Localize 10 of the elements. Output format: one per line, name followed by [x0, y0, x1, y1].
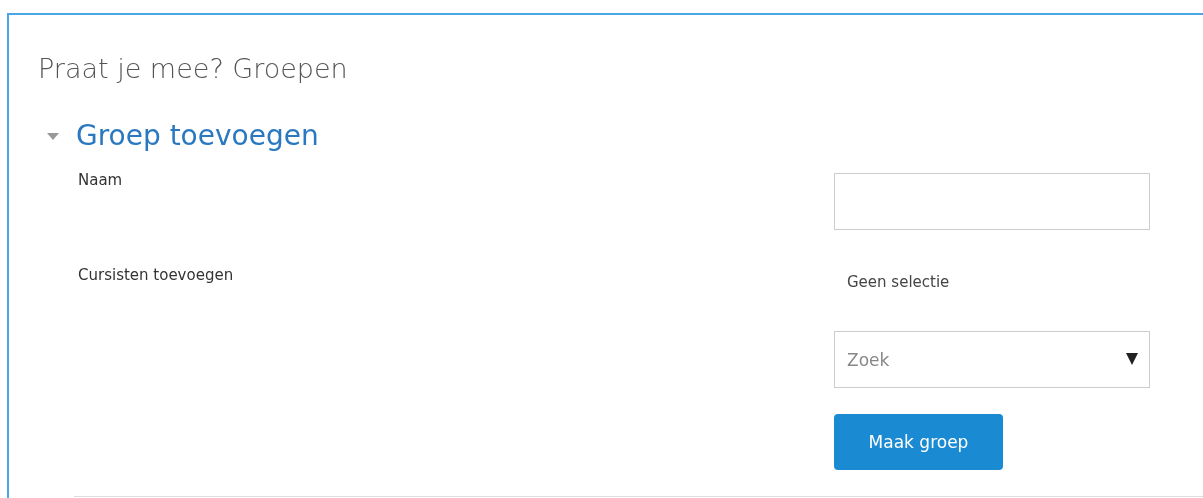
field-label: Cursisten toevoegen: [78, 265, 235, 286]
section-title-link[interactable]: Groep toevoegen: [76, 118, 319, 154]
field-label: Naam: [78, 170, 124, 191]
dropdown-arrow-icon[interactable]: [1126, 353, 1138, 365]
create-group-button[interactable]: Maak groep: [834, 414, 1003, 470]
search-dropdown-field[interactable]: Zoek: [834, 331, 1150, 388]
name-input-field[interactable]: [834, 173, 1150, 230]
page-title: Praat je mee? Groepen: [38, 52, 349, 86]
collapse-caret-icon[interactable]: [47, 132, 59, 140]
selection-status: Geen selectie: [847, 272, 951, 293]
